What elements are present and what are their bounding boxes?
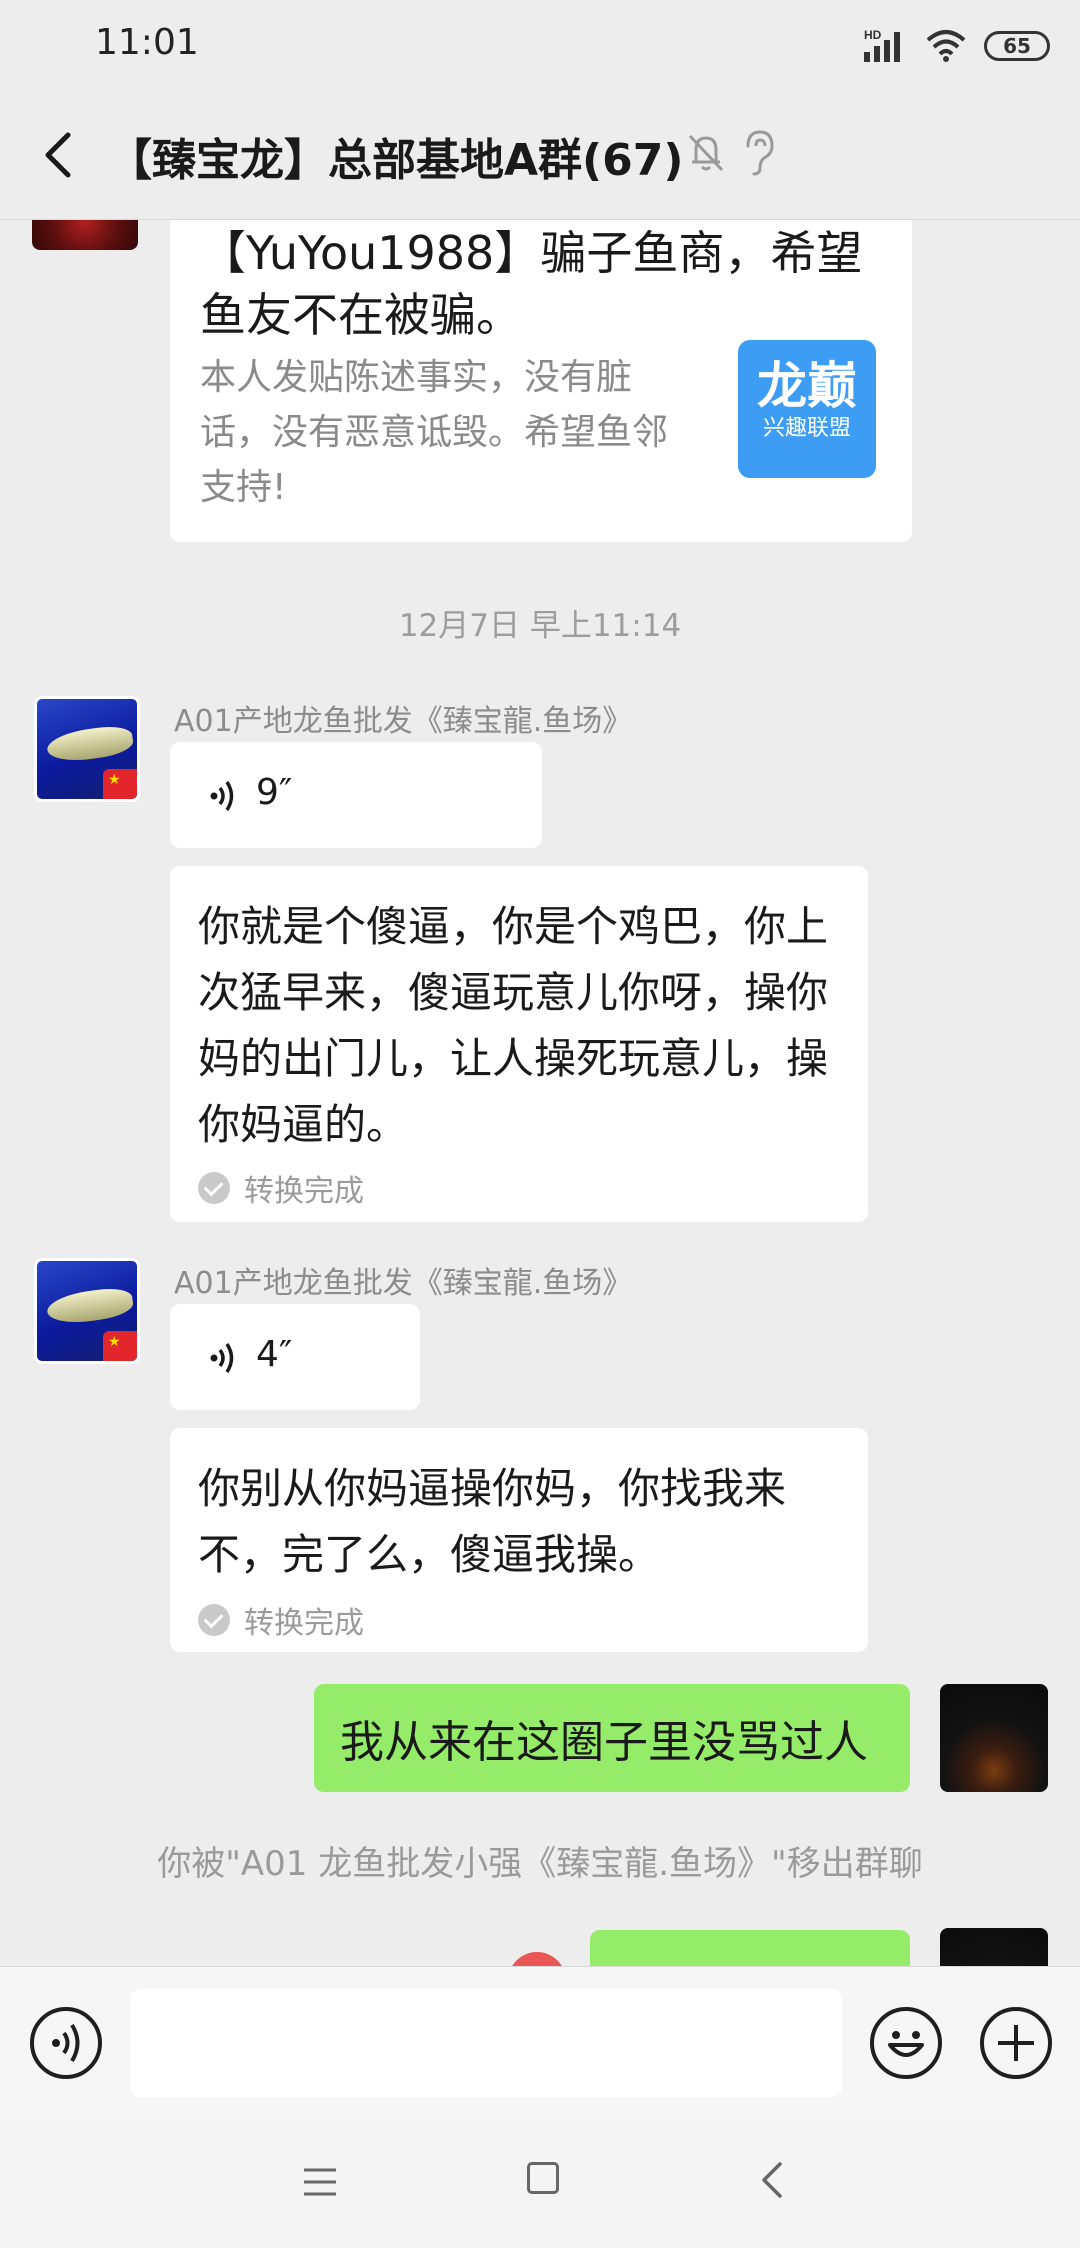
link-card[interactable]: 【YuYou1988】骗子鱼商，希望鱼友不在被骗。 本人发贴陈述事实，没有脏话，… xyxy=(170,220,912,542)
signal-hd-label: HD xyxy=(864,28,882,42)
link-card-description: 本人发贴陈述事实，没有脏话，没有恶意诋毁。希望鱼邻支持! xyxy=(200,357,669,508)
transcript-text: 你别从你妈逼操你妈，你找我来不，完了么，傻逼我操。 xyxy=(198,1464,787,1579)
avatar[interactable] xyxy=(940,1928,1048,1966)
timestamp: 12月7日 早上11:14 xyxy=(398,608,682,644)
china-flag-icon: ★ xyxy=(103,1331,137,1361)
transcript-status: 转换完成 xyxy=(198,1598,364,1642)
voice-duration: 4″ xyxy=(256,1334,293,1375)
voice-icon xyxy=(210,781,234,811)
fish-image xyxy=(45,1285,135,1327)
self-message-bubble[interactable] xyxy=(590,1930,910,1966)
link-card-title: 【YuYou1988】骗子鱼商，希望鱼友不在被骗。 xyxy=(200,226,863,342)
self-message-bubble[interactable]: 我从来在这圈子里没骂过人 xyxy=(314,1684,910,1792)
message-input[interactable] xyxy=(130,1989,842,2097)
transcript-bubble[interactable]: 你别从你妈逼操你妈，你找我来不，完了么，傻逼我操。 转换完成 xyxy=(170,1428,868,1652)
system-message: 你被"A01 龙鱼批发小强《臻宝龍.鱼场》"移出群聊 xyxy=(157,1844,923,1884)
transcript-status-label: 转换完成 xyxy=(244,1606,364,1641)
sender-name: A01产地龙鱼批发《臻宝龍.鱼场》 xyxy=(174,1266,633,1301)
menu-icon[interactable] xyxy=(300,2162,340,2202)
battery-indicator: 65 xyxy=(984,31,1050,61)
transcript-bubble[interactable]: 你就是个傻逼，你是个鸡巴，你上次猛早来，傻逼玩意儿你呀，操你妈的出门儿，让人操死… xyxy=(170,866,868,1222)
transcript-text: 你就是个傻逼，你是个鸡巴，你上次猛早来，傻逼玩意儿你呀，操你妈的出门儿，让人操死… xyxy=(198,902,829,1149)
sender-name: A01产地龙鱼批发《臻宝龍.鱼场》 xyxy=(174,704,633,739)
nav-back-icon[interactable] xyxy=(758,2160,788,2200)
transcript-status-label: 转换完成 xyxy=(244,1174,364,1209)
bell-off-icon xyxy=(688,134,724,172)
failed-send-icon[interactable] xyxy=(508,1952,566,1966)
signal-icon: HD xyxy=(864,28,900,62)
check-icon xyxy=(198,1604,230,1636)
status-icons: HD 65 xyxy=(864,22,1050,70)
voice-duration: 9″ xyxy=(256,772,293,813)
china-flag-icon: ★ xyxy=(103,769,137,799)
avatar[interactable] xyxy=(32,220,138,250)
status-bar: 11:01 HD 65 xyxy=(0,0,1080,90)
emoji-button[interactable] xyxy=(870,2007,942,2079)
chat-header: 【臻宝龙】总部基地A群(67) xyxy=(0,90,1080,220)
self-message-text: 我从来在这圈子里没骂过人 xyxy=(340,1717,868,1768)
status-time: 11:01 xyxy=(95,22,199,63)
voice-icon xyxy=(210,1343,234,1373)
home-icon[interactable] xyxy=(527,2162,559,2194)
input-bar xyxy=(0,1966,1080,2118)
chat-area[interactable]: 【YuYou1988】骗子鱼商，希望鱼友不在被骗。 本人发贴陈述事实，没有脏话，… xyxy=(0,220,1080,1966)
avatar[interactable]: ★ xyxy=(34,696,140,802)
emoji-icon xyxy=(888,2031,924,2057)
transcript-status: 转换完成 xyxy=(198,1166,364,1210)
wifi-icon xyxy=(926,30,966,62)
check-icon xyxy=(198,1172,230,1204)
logo-sub-text: 兴趣联盟 xyxy=(762,416,851,441)
voice-message[interactable]: 9″ xyxy=(170,742,542,848)
voice-input-button[interactable] xyxy=(30,2007,102,2079)
voice-message[interactable]: 4″ xyxy=(170,1304,420,1410)
chat-title[interactable]: 【臻宝龙】总部基地A群(67) xyxy=(108,124,684,188)
ear-icon xyxy=(746,130,774,176)
plus-icon xyxy=(998,2025,1034,2061)
back-arrow-icon[interactable] xyxy=(30,125,90,185)
system-nav-bar xyxy=(0,2118,1080,2248)
link-card-logo: 龙巅 兴趣联盟 xyxy=(738,340,876,478)
voice-icon xyxy=(52,2023,80,2063)
fish-image xyxy=(45,723,135,765)
plus-button[interactable] xyxy=(980,2007,1052,2079)
avatar[interactable]: ★ xyxy=(34,1258,140,1364)
logo-main-text: 龙巅 xyxy=(757,357,857,415)
avatar[interactable] xyxy=(940,1684,1048,1792)
